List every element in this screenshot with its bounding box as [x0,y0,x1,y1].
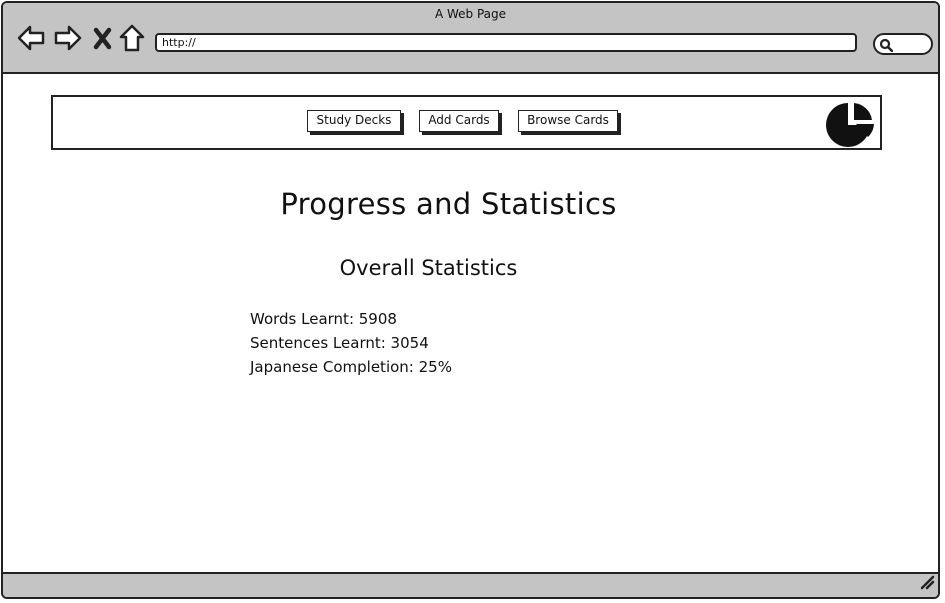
page-title: Progress and Statistics [280,187,617,221]
section-title: Overall Statistics [339,256,518,280]
stat-words-learnt: Words Learnt: 5908 [250,310,397,328]
close-x-icon[interactable] [90,23,120,53]
status-bar [3,572,938,597]
resize-grip-icon[interactable] [918,573,936,595]
browser-toolbar: A Web Page http:// [3,3,938,74]
study-decks-button[interactable]: Study Decks [307,110,401,132]
stat-japanese-completion: Japanese Completion: 25% [250,358,452,376]
forward-arrow-icon[interactable] [53,23,83,53]
back-arrow-icon[interactable] [16,23,46,53]
browser-window: A Web Page http:// Study Decks Add Cards… [1,1,940,599]
home-icon[interactable] [117,23,147,53]
add-cards-button[interactable]: Add Cards [419,110,499,132]
pie-chart-icon [826,99,876,153]
url-input[interactable]: http:// [155,33,857,52]
window-title: A Web Page [434,7,507,21]
app-navbar: Study Decks Add Cards Browse Cards [51,95,882,150]
search-field[interactable] [873,33,933,55]
stat-sentences-learnt: Sentences Learnt: 3054 [250,334,429,352]
browse-cards-button[interactable]: Browse Cards [518,110,618,132]
